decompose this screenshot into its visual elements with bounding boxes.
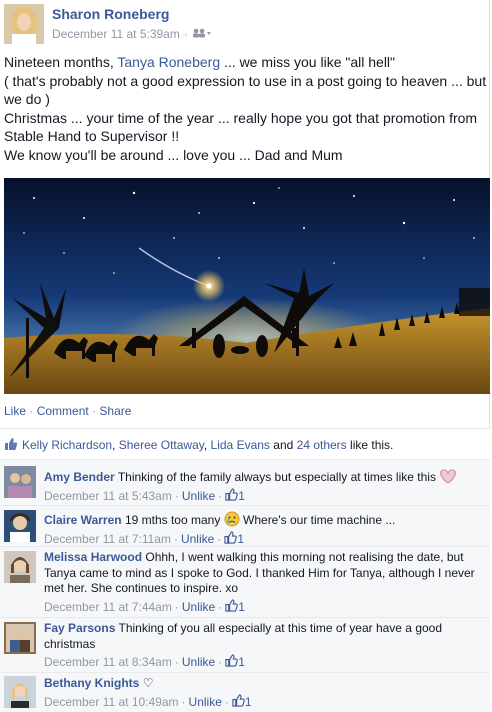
post-line-1: Nineteen months, Tanya Roneberg ... we m… [4,53,488,72]
likes-suffix: like this. [350,438,394,452]
author-avatar[interactable] [4,4,44,44]
comment-like-count[interactable]: 1 [225,487,245,506]
commenter-name[interactable]: Melissa Harwood [44,550,142,564]
comment-link[interactable]: Comment [37,404,89,418]
unlike-link[interactable]: Unlike [181,532,214,548]
post-line-2: ( that's probably not a good expression … [4,72,487,108]
commenter-name[interactable]: Fay Parsons [44,621,115,635]
separator: · [218,488,223,503]
post-actions: Like · Comment · Share [4,404,131,418]
separator: · [174,488,179,503]
heart-icon [439,469,457,484]
comment-meta: December 11 at 8:34am · Unlike · 1 [44,654,482,672]
like-count: 1 [238,599,245,614]
friends-audience-icon[interactable] [192,27,212,41]
comment-timestamp[interactable]: December 11 at 5:43am [44,489,172,505]
comment-item: Bethany Knights ♡ December 11 at 10:49am… [0,672,490,712]
likes-conjunction: and [273,438,294,452]
commenter-avatar[interactable] [4,622,36,654]
unlike-link[interactable]: Unlike [182,489,215,505]
thumbs-up-icon [225,487,238,506]
comment-text: ♡ [142,676,154,690]
unlike-link[interactable]: Unlike [182,600,215,616]
commenter-name[interactable]: Amy Bender [44,470,115,484]
like-count: 1 [238,488,245,503]
comment-meta: December 11 at 10:49am · Unlike · 1 [44,693,482,712]
separator: · [174,655,179,669]
comment-text: 19 mths too many [124,513,221,527]
comment-item: Amy Bender Thinking of the family always… [0,459,490,505]
commenter-avatar[interactable] [4,676,36,708]
comment-body: Melissa Harwood Ohhh, I went walking thi… [44,550,482,616]
comment-like-count[interactable]: 1 [225,654,245,672]
comment-body: Bethany Knights ♡ December 11 at 10:49am… [44,676,482,711]
likes-text: Kelly Richardson, Sheree Ottaway, Lida E… [22,438,394,452]
comment-like-count[interactable]: 1 [225,598,245,617]
separator: · [173,531,178,546]
unlike-link[interactable]: Unlike [189,695,222,711]
liker-link[interactable]: Sheree Ottaway [119,438,204,452]
comment-timestamp[interactable]: December 11 at 7:44am [44,600,172,616]
post-body: Nineteen months, Tanya Roneberg ... we m… [4,53,488,165]
crying-face-icon [224,511,240,527]
comment-text: Thinking of the family always but especi… [117,470,436,484]
separator: · [224,694,229,709]
commenter-avatar[interactable] [4,551,36,583]
separator: · [174,599,179,614]
post-card: Sharon Roneberg December 11 at 5:39am · … [0,0,490,712]
comment-body: Amy Bender Thinking of the family always… [44,468,482,505]
post-header: Sharon Roneberg December 11 at 5:39am · [4,4,484,44]
post-meta: December 11 at 5:39am · [52,27,212,41]
separator: · [29,404,34,418]
thumbs-up-icon [225,598,238,617]
separator: · [218,655,223,669]
comment-item: Claire Warren 19 mths too many Where's o… [0,505,490,546]
separator: · [92,404,97,418]
tagged-person-link[interactable]: Tanya Roneberg [117,54,220,70]
others-link[interactable]: 24 others [297,438,347,452]
comment-timestamp[interactable]: December 11 at 7:11am [44,532,171,548]
post-photo[interactable] [4,178,490,394]
commenter-avatar[interactable] [4,510,36,542]
liker-link[interactable]: Lida Evans [211,438,270,452]
commenter-avatar[interactable] [4,466,36,498]
commenter-name[interactable]: Bethany Knights [44,676,139,690]
like-count: 1 [238,655,245,669]
liker-link[interactable]: Kelly Richardson [22,438,112,452]
separator: · [183,27,188,41]
comment-like-count[interactable]: 1 [232,693,252,712]
post-timestamp[interactable]: December 11 at 5:39am [52,27,180,41]
like-link[interactable]: Like [4,404,26,418]
comment-body: Claire Warren 19 mths too many Where's o… [44,511,482,548]
comment-body: Fay Parsons Thinking of you all especial… [44,621,482,672]
separator: · [217,531,222,546]
post-author-name[interactable]: Sharon Roneberg [52,6,169,22]
thumbs-up-icon [232,693,245,712]
post-text: Nineteen months, [4,54,118,70]
comment-timestamp[interactable]: December 11 at 8:34am [44,655,172,671]
thumbs-up-icon [225,654,238,672]
comment-text: Where's our time machine ... [243,513,396,527]
comment-meta: December 11 at 5:43am · Unlike · 1 [44,487,482,506]
like-count: 1 [237,531,245,546]
comment-item: Melissa Harwood Ohhh, I went walking thi… [0,546,490,617]
comment-item: Fay Parsons Thinking of you all especial… [0,617,490,672]
post-line-4: We know you'll be around ... love you ..… [4,146,343,163]
like-count: 1 [244,694,252,709]
separator: · [218,599,223,614]
post-text: ... we miss you like "all hell" [220,54,396,70]
likes-summary: Kelly Richardson, Sheree Ottaway, Lida E… [0,428,490,459]
comment-timestamp[interactable]: December 11 at 10:49am [44,695,179,711]
comment-meta: December 11 at 7:44am · Unlike · 1 [44,598,482,617]
post-line-3: Christmas ... your time of the year ... … [4,109,478,145]
share-link[interactable]: Share [99,404,131,418]
unlike-link[interactable]: Unlike [182,655,215,671]
thumbs-up-icon [4,437,18,454]
separator: · [181,694,186,709]
commenter-name[interactable]: Claire Warren [44,513,122,527]
